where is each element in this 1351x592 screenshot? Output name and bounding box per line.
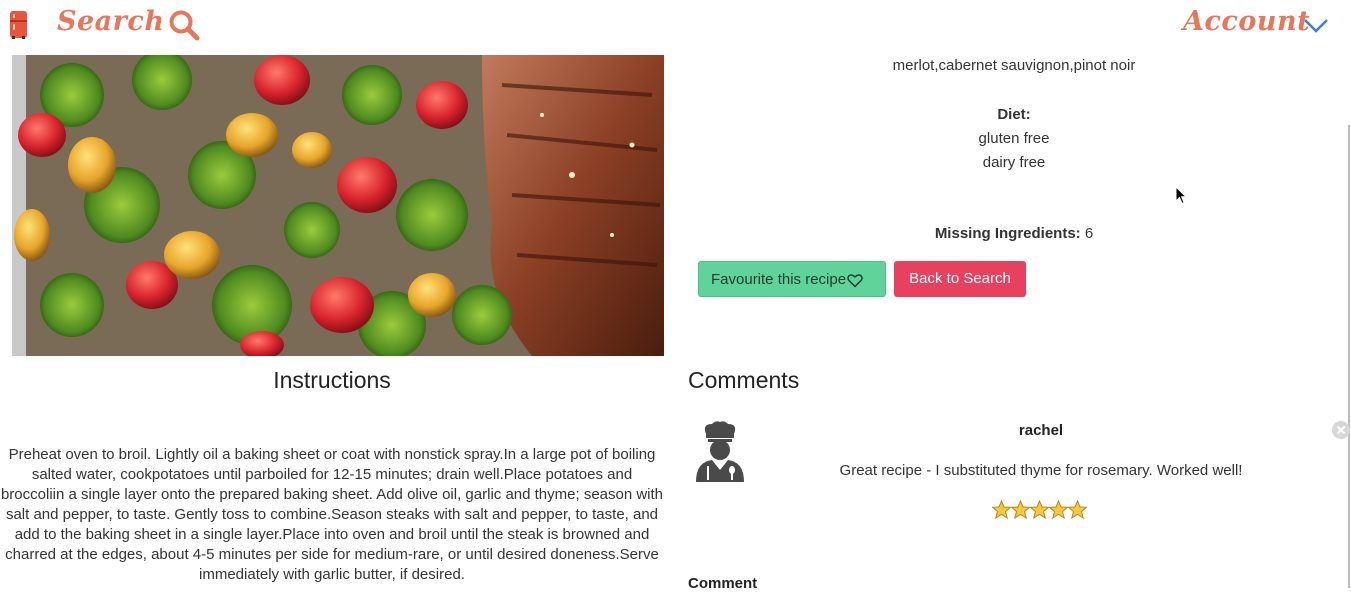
favourite-button[interactable]: Favourite this recipe xyxy=(698,261,886,297)
chef-avatar-icon xyxy=(696,421,744,482)
top-nav: Search Account xyxy=(0,0,1351,50)
heart-icon xyxy=(847,273,863,287)
comment-form-label: Comment xyxy=(688,575,758,592)
missing-ingredients-label: Missing Ingredients: xyxy=(934,225,1081,242)
comments-title: Comments xyxy=(688,367,800,393)
fridge-icon[interactable] xyxy=(9,10,28,39)
favourite-button-label: Favourite this recipe xyxy=(711,271,847,288)
diet-item: gluten free xyxy=(978,130,1050,147)
nav-account-link[interactable]: Account xyxy=(1183,6,1310,37)
instructions-title: Instructions xyxy=(273,367,391,393)
chevron-down-icon[interactable] xyxy=(1303,18,1329,34)
diet-item: dairy free xyxy=(982,154,1046,171)
search-icon[interactable] xyxy=(168,9,200,41)
missing-ingredients: Missing Ingredients: 6 xyxy=(780,225,1248,242)
missing-ingredients-count: 6 xyxy=(1084,225,1094,242)
nav-search-link[interactable]: Search xyxy=(57,6,164,37)
delete-comment-icon[interactable] xyxy=(1331,420,1351,440)
star-rating xyxy=(991,499,1088,525)
star-icon xyxy=(991,499,1088,520)
mouse-cursor-icon xyxy=(1175,186,1187,205)
comment-username: rachel xyxy=(1018,422,1064,439)
instructions-text: Preheat oven to broil. Lightly oil a bak… xyxy=(0,446,664,583)
comment-text: Great recipe - I substituted thyme for r… xyxy=(839,462,1243,479)
diet-label: Diet: xyxy=(997,106,1031,123)
diet-section: Diet: gluten free dairy free xyxy=(780,103,1248,175)
scrollbar[interactable] xyxy=(1348,125,1350,588)
recipe-image xyxy=(12,55,664,356)
back-to-search-button[interactable]: Back to Search xyxy=(894,261,1026,297)
wine-pairing-text: merlot,cabernet sauvignon,pinot noir xyxy=(892,57,1136,74)
